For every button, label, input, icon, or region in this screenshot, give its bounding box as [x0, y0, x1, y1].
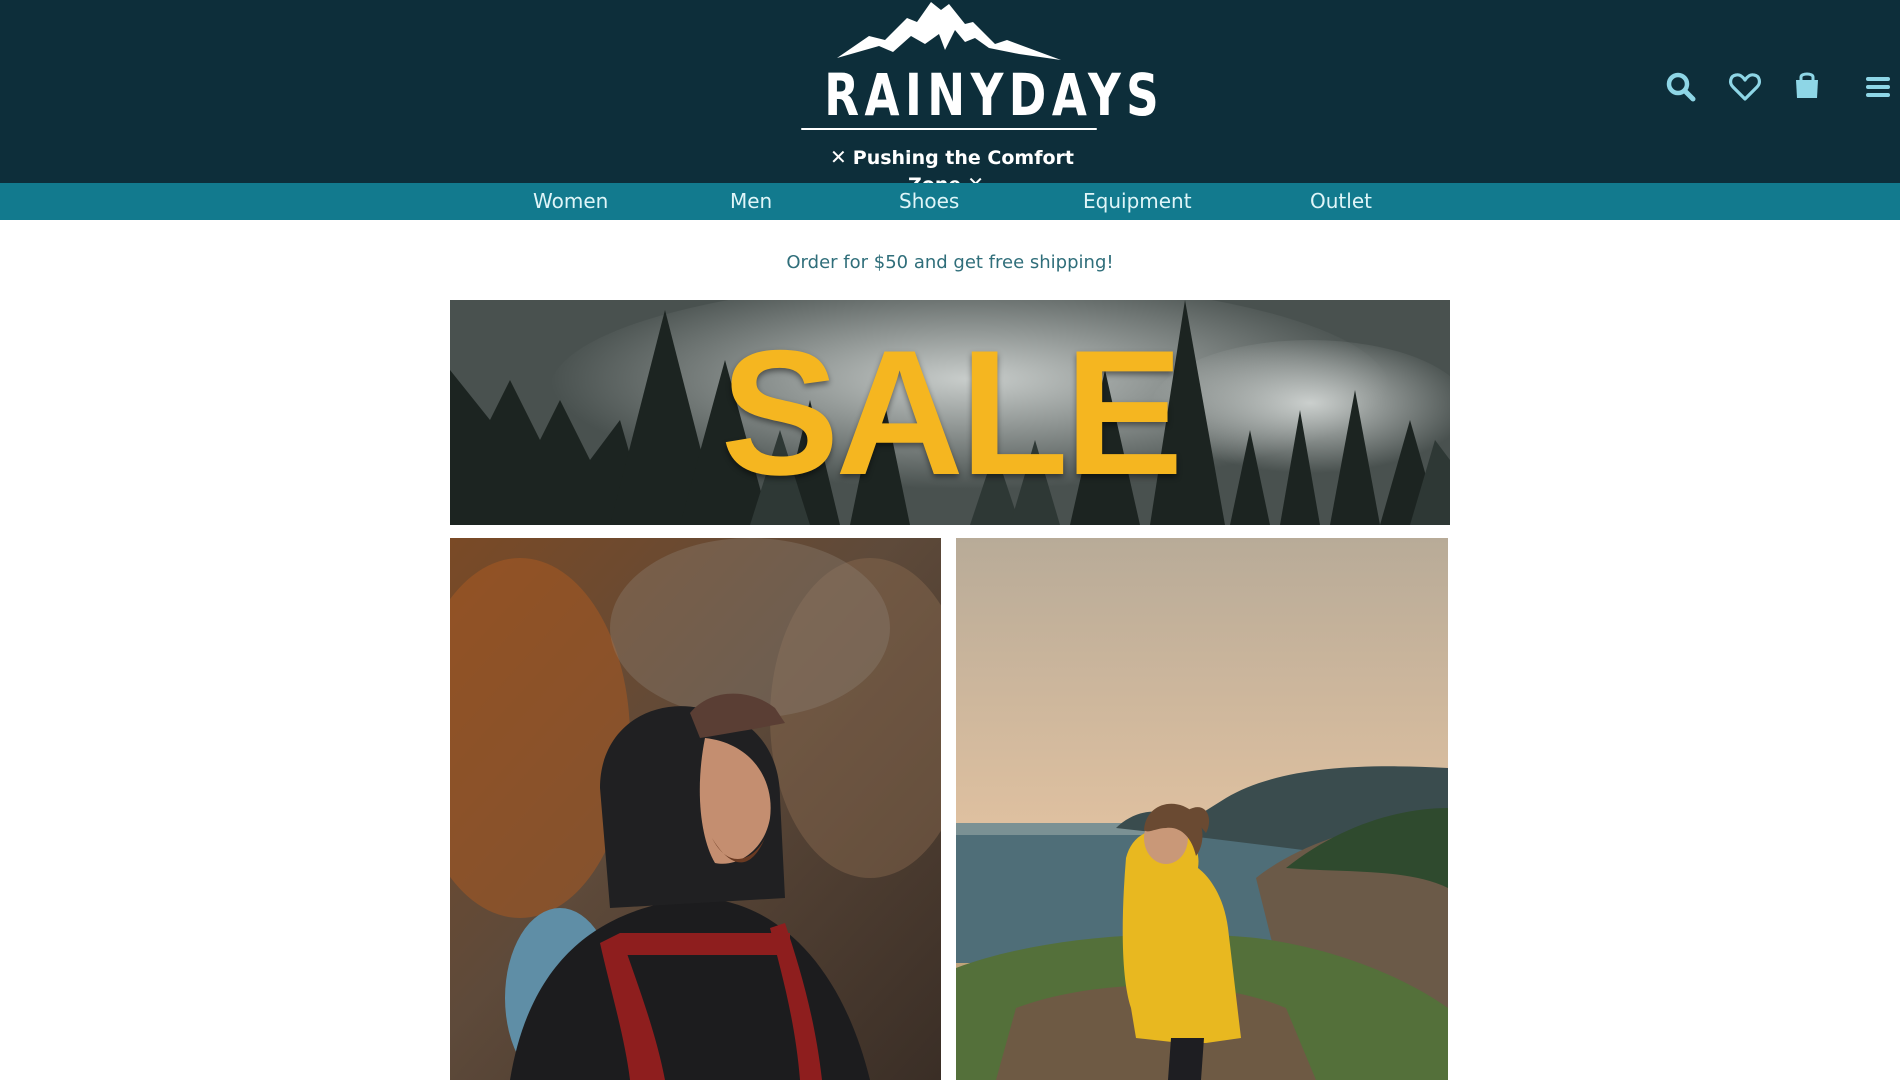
- shopping-bag-icon[interactable]: [1790, 68, 1824, 102]
- logo-underline: [801, 128, 1097, 130]
- nav-item-women[interactable]: Women: [533, 183, 608, 220]
- free-shipping-notice: Order for $50 and get free shipping!: [786, 252, 1114, 273]
- nav-item-equipment[interactable]: Equipment: [1083, 183, 1192, 220]
- nav-item-outlet[interactable]: Outlet: [1310, 183, 1372, 220]
- site-header: RAINYDAYS ✕Pushing the Comfort Zone✕: [0, 0, 1900, 196]
- hamburger-menu-icon[interactable]: [1862, 70, 1896, 104]
- search-icon[interactable]: [1664, 70, 1698, 104]
- nav-item-men[interactable]: Men: [730, 183, 772, 220]
- woman-coastal-sunset-image[interactable]: [956, 538, 1448, 1080]
- main-navigation: Women Men Shoes Equipment Outlet: [0, 183, 1900, 220]
- nav-item-shoes[interactable]: Shoes: [899, 183, 959, 220]
- heart-icon[interactable]: [1728, 70, 1762, 104]
- rainydays-logo[interactable]: RAINYDAYS ✕Pushing the Comfort Zone✕: [789, 0, 1165, 196]
- hiker-in-rain-image[interactable]: [450, 538, 941, 1080]
- x-mark-icon: ✕: [830, 145, 847, 169]
- sale-headline: SALE: [720, 313, 1184, 512]
- brand-name: RAINYDAYS: [824, 61, 1165, 129]
- sale-banner[interactable]: SALE: [450, 300, 1450, 525]
